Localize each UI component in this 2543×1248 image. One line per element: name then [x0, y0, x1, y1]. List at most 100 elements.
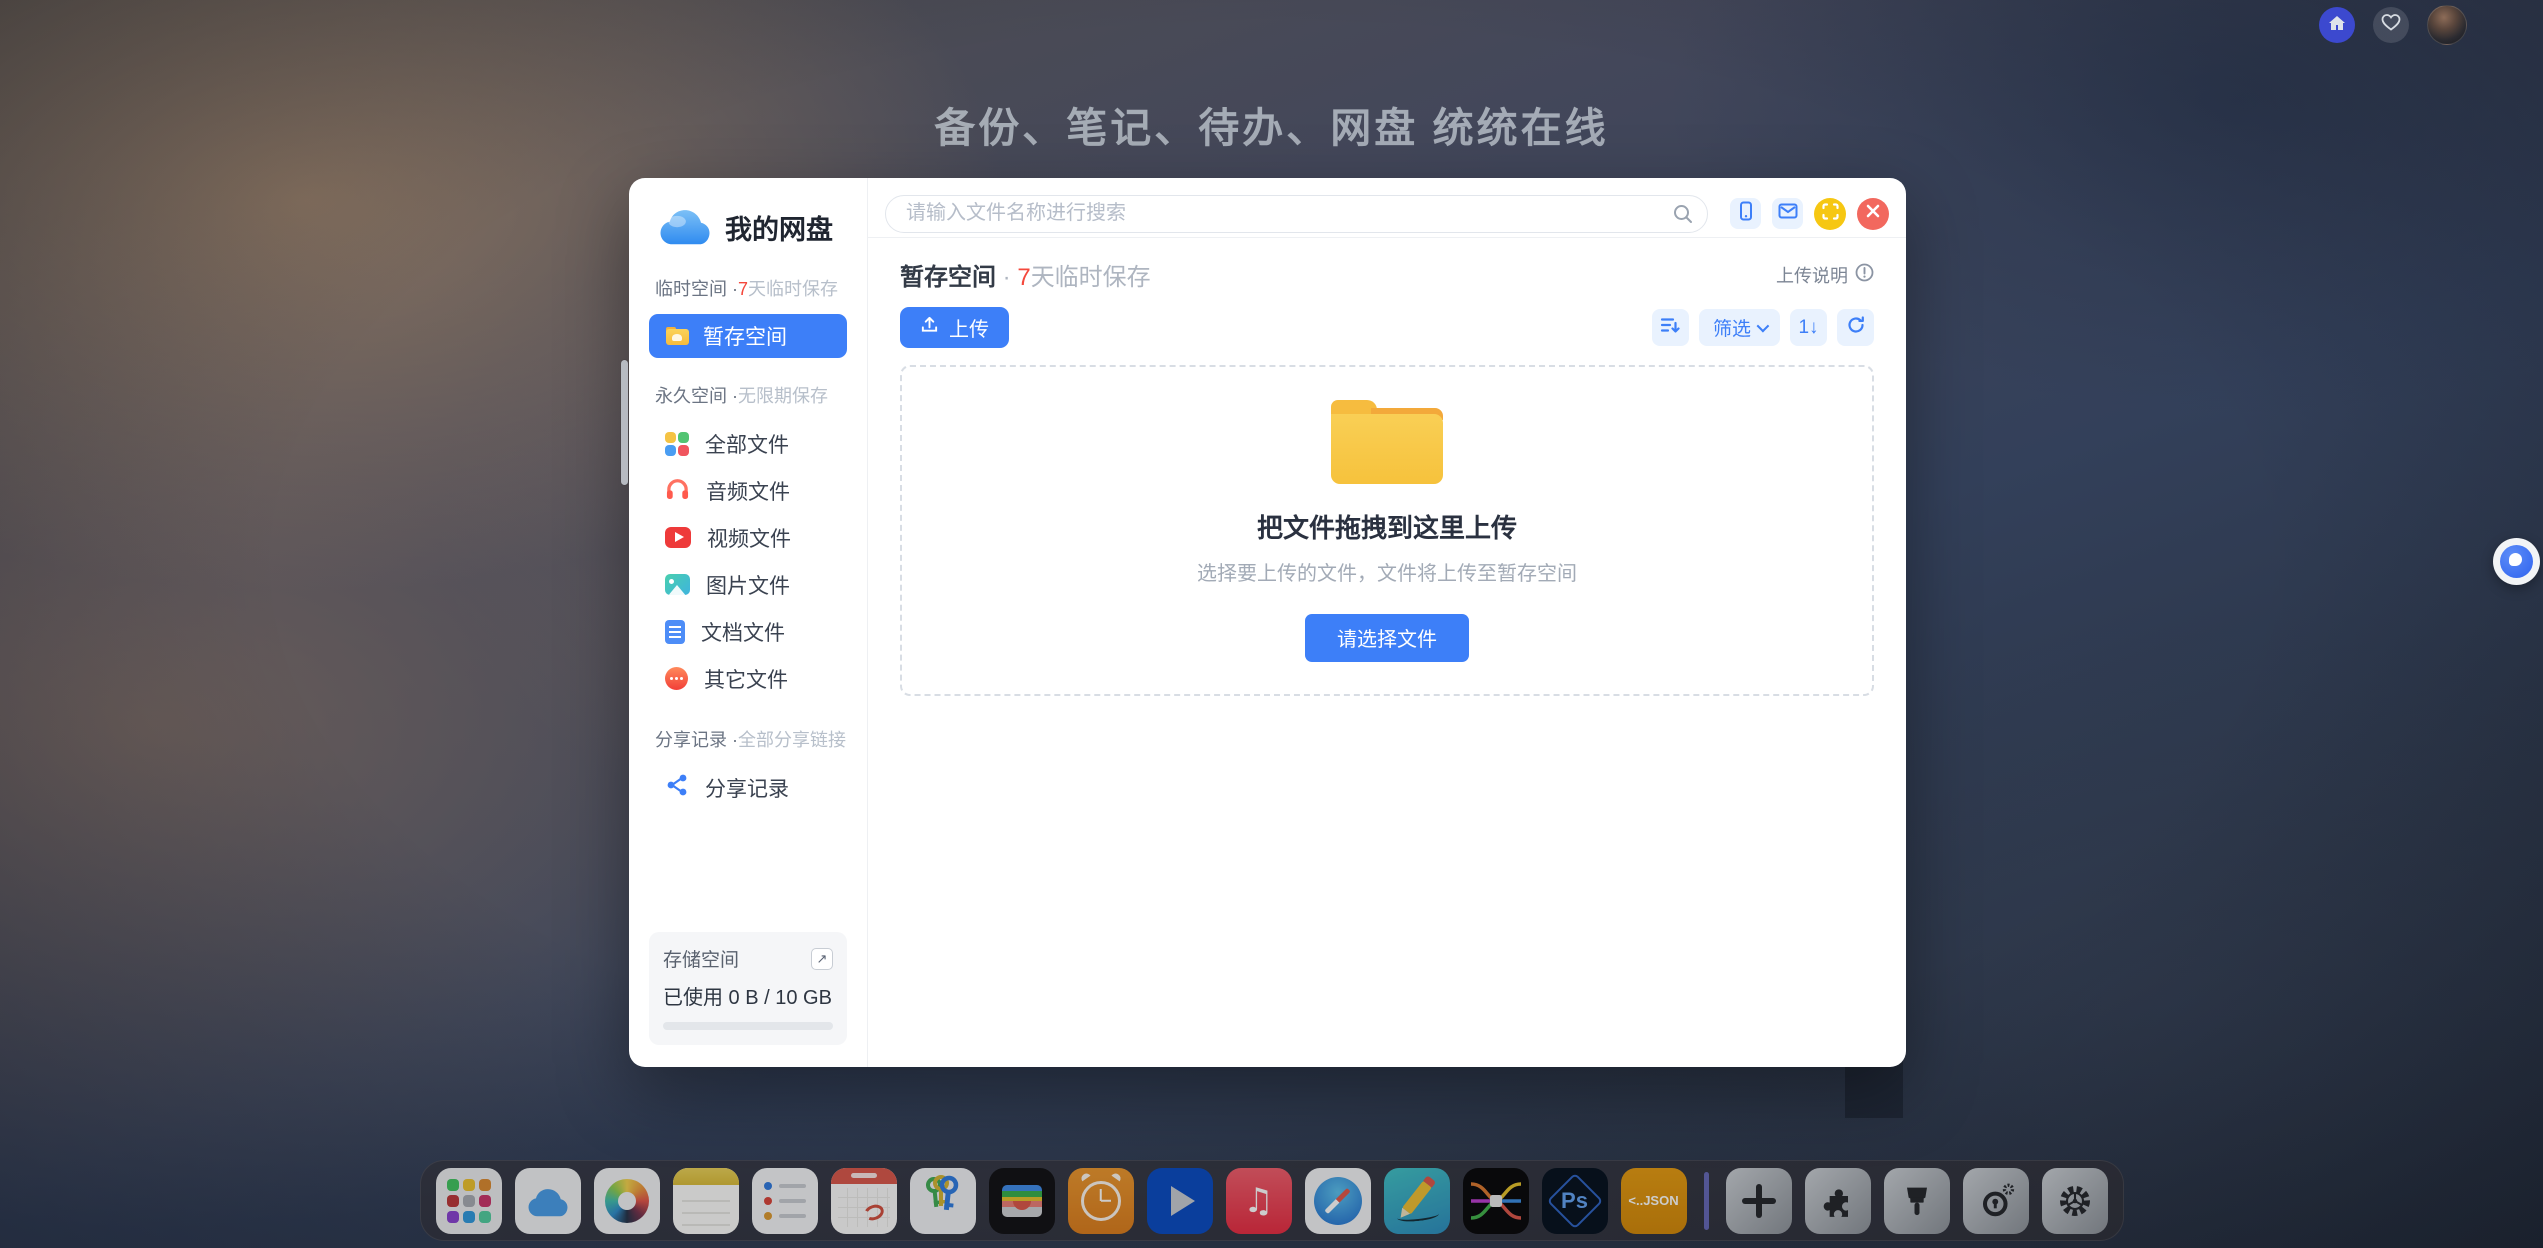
- dock-extensions-icon[interactable]: [1805, 1168, 1871, 1234]
- dock-notes-icon[interactable]: [673, 1168, 739, 1234]
- home-button[interactable]: [2319, 7, 2355, 43]
- storage-panel: 存储空间 ↗ 已使用 0 B / 10 GB: [649, 932, 847, 1045]
- sort-list-button[interactable]: [1652, 309, 1689, 346]
- envelope-icon: [1778, 203, 1798, 224]
- choose-file-button[interactable]: 请选择文件: [1305, 614, 1469, 662]
- dropzone-title: 把文件拖拽到这里上传: [1257, 508, 1517, 545]
- sidebar-item-other-files[interactable]: 其它文件: [649, 655, 847, 702]
- sidebar-file-categories: 全部文件 音频文件 视频文件: [649, 420, 847, 702]
- dock-alarm-clock-icon[interactable]: [1068, 1168, 1134, 1234]
- dock-theme-brush-icon[interactable]: [1884, 1168, 1950, 1234]
- section-share-records: 分享记录 ·全部分享链接: [655, 726, 847, 752]
- section-temp-space: 临时空间 ·7天临时保存: [655, 275, 847, 301]
- message-button[interactable]: [1772, 198, 1803, 229]
- sidebar-share-list: 分享记录: [649, 764, 847, 811]
- sidebar-item-all-files[interactable]: 全部文件: [649, 420, 847, 467]
- storage-title: 存储空间: [663, 945, 739, 972]
- dock-launchpad-icon[interactable]: [436, 1168, 502, 1234]
- upload-dropzone[interactable]: 把文件拖拽到这里上传 选择要上传的文件，文件将上传至暂存空间 请选择文件: [900, 365, 1874, 696]
- wallpaper-tagline: 备份、笔记、待办、网盘 统统在线: [0, 94, 2543, 154]
- upload-icon: [920, 315, 939, 340]
- refresh-icon: [1846, 315, 1866, 341]
- floating-assistant-button[interactable]: [2493, 538, 2540, 585]
- ellipsis-icon: [665, 667, 688, 690]
- scan-frame-icon: [1822, 203, 1839, 225]
- folder-icon: [1331, 400, 1443, 484]
- sidebar-item-doc-files[interactable]: 文档文件: [649, 608, 847, 655]
- sidebar-item-image-files[interactable]: 图片文件: [649, 561, 847, 608]
- mobile-app-button[interactable]: [1730, 198, 1761, 229]
- desktop: 备份、笔记、待办、网盘 统统在线: [0, 0, 2543, 1248]
- toolbar-right: 筛选 1↓: [1652, 309, 1874, 346]
- sort-order-button[interactable]: 1↓: [1790, 309, 1827, 346]
- browser-topbar: [2319, 5, 2467, 45]
- sidebar-item-share-records[interactable]: 分享记录: [649, 764, 847, 811]
- phone-icon: [1737, 201, 1755, 226]
- dock-add-new-icon[interactable]: [1726, 1168, 1792, 1234]
- user-avatar[interactable]: [2427, 5, 2467, 45]
- page-title: 暂存空间 · 7天临时保存: [900, 257, 1151, 292]
- sort-list-icon: [1660, 316, 1680, 340]
- dock-media-player-icon[interactable]: [1147, 1168, 1213, 1234]
- external-link-icon[interactable]: ↗: [811, 948, 833, 970]
- dock-calendar-icon[interactable]: [831, 1168, 897, 1234]
- dock-music-icon[interactable]: [1226, 1168, 1292, 1234]
- grid-icon: [665, 432, 689, 456]
- search-icon[interactable]: [1672, 203, 1694, 230]
- dock-pencil-editor-icon[interactable]: [1384, 1168, 1450, 1234]
- dock-json-tool-icon[interactable]: <..JSON: [1621, 1168, 1687, 1234]
- app-title: 我的网盘: [725, 208, 833, 247]
- heart-icon: [2381, 13, 2401, 37]
- document-icon: [665, 620, 685, 644]
- video-icon: [665, 527, 691, 548]
- close-icon: [1866, 204, 1880, 223]
- content-area: 暂存空间 · 7天临时保存 上传说明 上传: [868, 238, 1906, 1067]
- cloud-logo-icon: [657, 204, 713, 251]
- dock-icloud-icon[interactable]: [515, 1168, 581, 1234]
- search-box: [885, 195, 1708, 233]
- dock: Ps <..JSON: [420, 1160, 2124, 1241]
- main-pane: 暂存空间 · 7天临时保存 上传说明 上传: [868, 178, 1906, 1067]
- sort-order-icon: 1↓: [1798, 317, 1818, 339]
- content-header: 暂存空间 · 7天临时保存 上传说明: [900, 257, 1874, 292]
- folder-icon: [666, 327, 689, 345]
- dock-photoshop-icon[interactable]: Ps: [1542, 1168, 1608, 1234]
- home-icon: [2328, 15, 2346, 36]
- search-row: [868, 178, 1906, 238]
- upload-help-link[interactable]: 上传说明: [1776, 262, 1874, 288]
- dock-photos-icon[interactable]: [594, 1168, 660, 1234]
- dock-separator: [1704, 1172, 1709, 1230]
- dock-icons: Ps <..JSON: [436, 1168, 2108, 1234]
- chevron-down-icon: [1757, 320, 1770, 333]
- sidebar-item-audio-files[interactable]: 音频文件: [649, 467, 847, 514]
- close-button[interactable]: [1857, 198, 1889, 230]
- toolbar: 上传 筛选 1↓: [900, 307, 1874, 348]
- dock-system-settings-icon[interactable]: [2042, 1168, 2108, 1234]
- refresh-button[interactable]: [1837, 309, 1874, 346]
- favorites-button[interactable]: [2373, 7, 2409, 43]
- scrollbar-thumb[interactable]: [621, 360, 628, 485]
- headphones-icon: [665, 476, 690, 506]
- dropzone-subtitle: 选择要上传的文件，文件将上传至暂存空间: [1197, 557, 1577, 586]
- upload-button[interactable]: 上传: [900, 307, 1009, 348]
- info-icon: [1855, 263, 1874, 287]
- image-icon: [665, 574, 690, 595]
- dock-reminders-icon[interactable]: [752, 1168, 818, 1234]
- dock-wallet-icon[interactable]: [989, 1168, 1055, 1234]
- dock-safari-icon[interactable]: [1305, 1168, 1371, 1234]
- cloud-drive-window: 我的网盘 临时空间 ·7天临时保存 暂存空间 永久空间 ·无限期保存 全部文件: [629, 178, 1906, 1067]
- storage-progress-track: [663, 1022, 833, 1030]
- assistant-icon: [2500, 545, 2533, 578]
- search-actions: [1730, 198, 1889, 230]
- dock-privacy-camera-icon[interactable]: [1963, 1168, 2029, 1234]
- filter-dropdown[interactable]: 筛选: [1699, 309, 1780, 346]
- sidebar: 我的网盘 临时空间 ·7天临时保存 暂存空间 永久空间 ·无限期保存 全部文件: [629, 178, 868, 1067]
- storage-usage: 已使用 0 B / 10 GB: [663, 981, 833, 1010]
- app-brand: 我的网盘: [657, 204, 847, 251]
- dock-mindmap-icon[interactable]: [1463, 1168, 1529, 1234]
- sidebar-item-temp-space[interactable]: 暂存空间: [649, 314, 847, 358]
- sidebar-item-video-files[interactable]: 视频文件: [649, 514, 847, 561]
- scan-button[interactable]: [1814, 198, 1846, 230]
- search-input[interactable]: [885, 195, 1708, 233]
- dock-passwords-icon[interactable]: [910, 1168, 976, 1234]
